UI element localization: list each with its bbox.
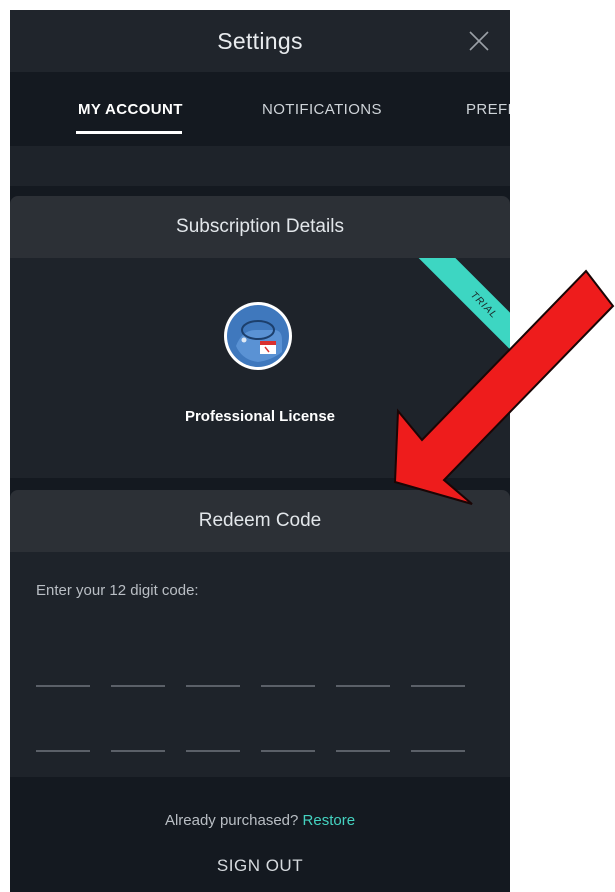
close-button[interactable] (462, 24, 496, 58)
code-digit-slot[interactable] (336, 750, 390, 752)
subscription-heading: Subscription Details (10, 196, 510, 258)
subscription-card: TRIAL Professional License (10, 258, 510, 478)
restore-link[interactable]: Restore (303, 812, 356, 829)
sign-out-button[interactable]: SIGN OUT (10, 856, 510, 876)
license-name: Professional License (184, 408, 336, 425)
redeem-heading: Redeem Code (10, 490, 510, 552)
redeem-card: Enter your 12 digit code: (10, 552, 510, 777)
code-digit-slot[interactable] (411, 750, 465, 752)
license-badge-icon (224, 302, 292, 370)
active-tab-indicator (76, 131, 182, 134)
tab-bar: MY ACCOUNT NOTIFICATIONS PREFE (10, 72, 510, 146)
code-digit-slot[interactable] (36, 750, 90, 752)
trial-ribbon: TRIAL (390, 258, 510, 378)
section-spacer (10, 146, 510, 186)
code-digit-slot[interactable] (411, 685, 465, 687)
code-digit-slot[interactable] (111, 750, 165, 752)
code-digit-slot[interactable] (186, 750, 240, 752)
code-prompt: Enter your 12 digit code: (36, 582, 199, 599)
code-digit-slot[interactable] (111, 685, 165, 687)
tab-preferences[interactable]: PREFE (466, 72, 510, 146)
trial-ribbon-label: TRIAL (418, 258, 510, 371)
page-title: Settings (217, 27, 303, 54)
code-digit-slot[interactable] (186, 685, 240, 687)
code-digit-slot[interactable] (36, 685, 90, 687)
code-digit-slot[interactable] (261, 685, 315, 687)
settings-screen: Settings MY ACCOUNT NOTIFICATIONS PREFE … (10, 10, 510, 892)
purchased-text: Already purchased? (164, 812, 299, 829)
restore-row: Already purchased? Restore (10, 812, 510, 829)
code-digit-slot[interactable] (336, 685, 390, 687)
code-digit-slot[interactable] (261, 750, 315, 752)
close-icon (469, 31, 489, 51)
tab-notifications[interactable]: NOTIFICATIONS (262, 72, 382, 146)
title-bar: Settings (10, 10, 510, 72)
tab-my-account[interactable]: MY ACCOUNT (78, 72, 183, 146)
